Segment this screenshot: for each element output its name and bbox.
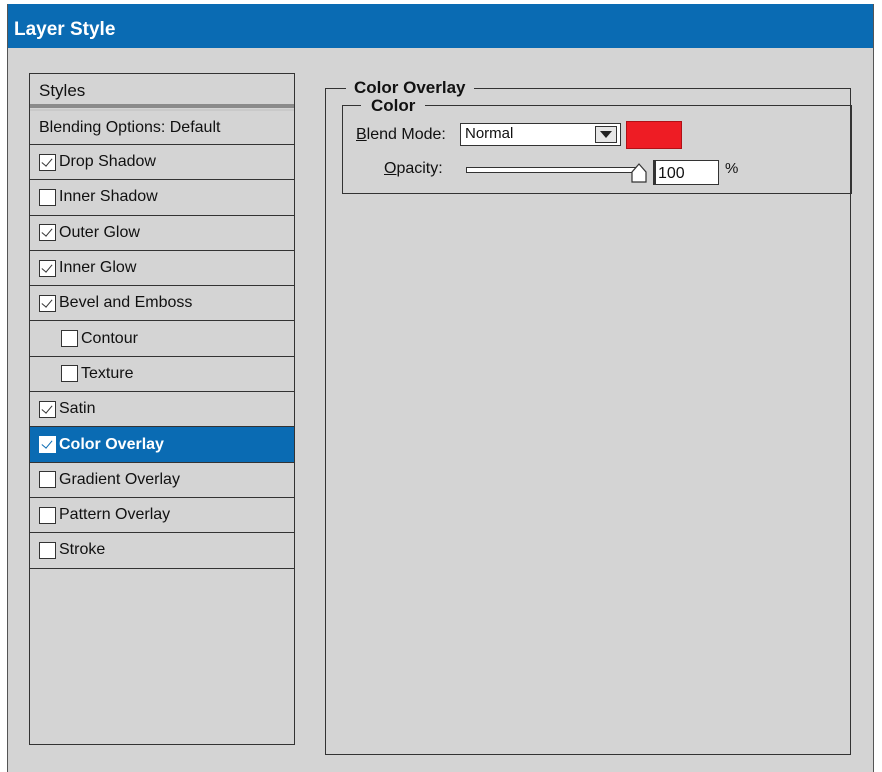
checkbox[interactable] [39, 224, 56, 242]
style-item-label: Pattern Overlay [59, 506, 171, 524]
checkbox[interactable] [39, 153, 56, 171]
style-item-inner-glow[interactable]: Inner Glow [30, 251, 294, 287]
style-item-gradient-overlay[interactable]: Gradient Overlay [30, 463, 294, 498]
style-item-bevel-and-emboss[interactable]: Bevel and Emboss [30, 286, 294, 322]
layer-style-dialog: Layer Style Styles Blending Options: Def… [7, 4, 874, 772]
style-item-stroke[interactable]: Stroke [30, 533, 294, 569]
blend-mode-value: Normal [465, 125, 514, 142]
checkbox[interactable] [61, 365, 78, 383]
blend-mode-label: Blend Mode: [356, 126, 446, 143]
checkbox[interactable] [39, 541, 56, 559]
style-item-label: Outer Glow [59, 223, 140, 241]
dialog-title: Layer Style [8, 4, 873, 48]
style-item-contour[interactable]: Contour [30, 321, 294, 357]
style-item-blending-options-default[interactable]: Blending Options: Default [30, 112, 294, 145]
checkbox[interactable] [39, 259, 56, 277]
slider-thumb-icon[interactable] [631, 163, 647, 183]
color-overlay-panel: Color Overlay Color Blend Mode: Normal O… [325, 78, 852, 755]
opacity-input[interactable]: 100 [653, 160, 719, 185]
section-title: Color Overlay [346, 78, 474, 98]
style-item-label: Texture [81, 364, 134, 382]
style-item-color-overlay[interactable]: Color Overlay [30, 427, 294, 463]
chevron-down-icon[interactable] [595, 126, 617, 143]
style-item-label: Bevel and Emboss [59, 294, 193, 312]
styles-list: Styles Blending Options: Default Drop Sha… [29, 73, 295, 745]
checkbox[interactable] [39, 436, 56, 454]
style-item-label: Blending Options: Default [39, 119, 221, 136]
style-item-label: Satin [59, 400, 96, 418]
style-item-label: Color Overlay [59, 435, 164, 453]
opacity-slider[interactable] [466, 167, 641, 173]
overlay-color-swatch[interactable] [626, 121, 682, 149]
color-group: Color Blend Mode: Normal Opacity: 100 % [342, 96, 852, 194]
checkbox[interactable] [39, 294, 56, 312]
style-item-texture[interactable]: Texture [30, 357, 294, 393]
style-item-label: Drop Shadow [59, 153, 156, 171]
checkbox[interactable] [61, 330, 78, 348]
opacity-label: Opacity: [384, 160, 443, 177]
opacity-unit: % [725, 160, 739, 177]
style-item-label: Gradient Overlay [59, 470, 180, 488]
style-item-pattern-overlay[interactable]: Pattern Overlay [30, 498, 294, 534]
checkbox[interactable] [39, 506, 56, 524]
checkbox[interactable] [39, 471, 56, 489]
style-item-label: Stroke [59, 541, 106, 559]
checkbox[interactable] [39, 400, 56, 418]
style-item-drop-shadow[interactable]: Drop Shadow [30, 145, 294, 181]
color-group-title: Color [361, 96, 426, 116]
style-item-label: Inner Glow [59, 259, 137, 277]
blend-mode-select[interactable]: Normal [460, 123, 621, 146]
checkbox[interactable] [39, 188, 56, 206]
style-item-label: Inner Shadow [59, 188, 158, 206]
style-item-outer-glow[interactable]: Outer Glow [30, 216, 294, 251]
style-item-satin[interactable]: Satin [30, 392, 294, 428]
style-item-inner-shadow[interactable]: Inner Shadow [30, 180, 294, 216]
style-item-label: Contour [81, 329, 138, 347]
styles-list-header[interactable]: Styles [30, 74, 294, 111]
